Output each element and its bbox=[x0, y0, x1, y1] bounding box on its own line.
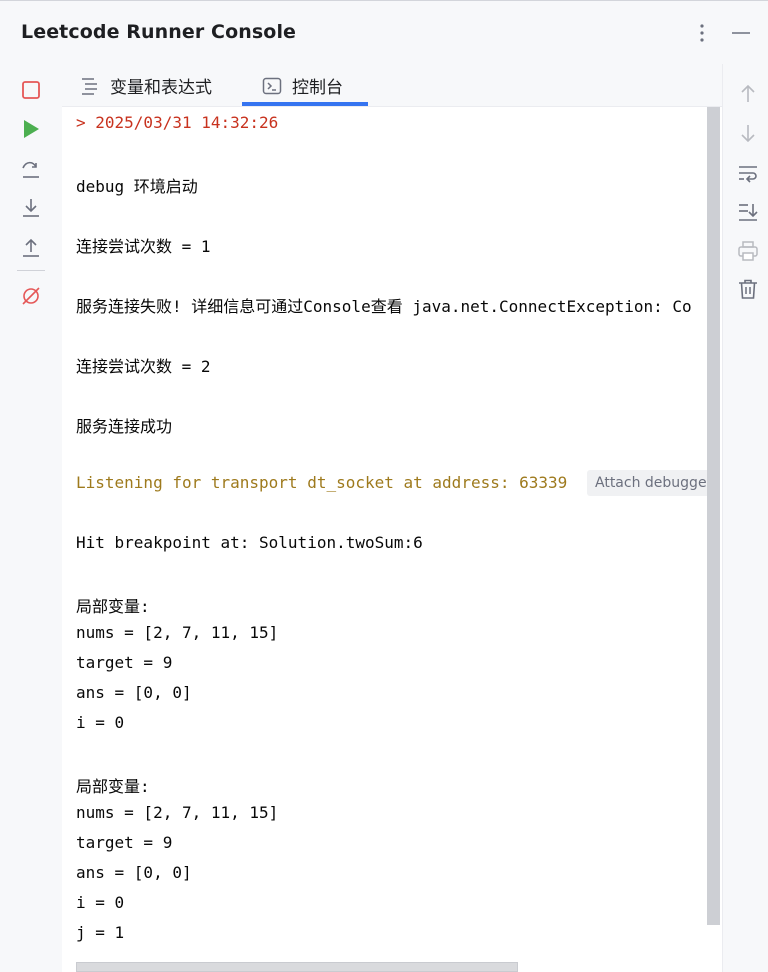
console-line: 连接尝试次数 = 1 bbox=[76, 237, 211, 256]
list-icon bbox=[80, 76, 100, 96]
tab-console-label: 控制台 bbox=[292, 78, 343, 98]
console-line: ans = [0, 0] bbox=[76, 683, 192, 702]
attach-debugger-link[interactable]: Attach debugger bbox=[587, 470, 719, 496]
console-timestamp: > 2025/03/31 14:32:26 bbox=[76, 113, 279, 132]
minimize-icon[interactable] bbox=[729, 21, 753, 45]
step-into-icon[interactable] bbox=[19, 196, 43, 220]
console-actions-toolbar bbox=[722, 64, 768, 972]
console-icon bbox=[262, 76, 282, 96]
console-line: 连接尝试次数 = 2 bbox=[76, 357, 211, 376]
scroll-to-end-icon[interactable] bbox=[736, 200, 760, 224]
up-arrow-icon[interactable] bbox=[736, 82, 760, 106]
soft-wrap-icon[interactable] bbox=[736, 161, 760, 185]
console-line: nums = [2, 7, 11, 15] bbox=[76, 623, 279, 642]
console-line: 服务连接失败! 详细信息可通过Console查看 java.net.Connec… bbox=[76, 297, 692, 316]
console-line: 局部变量: bbox=[76, 777, 150, 796]
tab-console[interactable]: 控制台 bbox=[262, 64, 343, 107]
toolbar-separator bbox=[17, 270, 45, 271]
console-line: i = 0 bbox=[76, 713, 125, 732]
console-line: debug 环境启动 bbox=[76, 177, 198, 196]
more-options-icon[interactable] bbox=[690, 21, 714, 45]
vertical-scrollbar[interactable] bbox=[707, 107, 720, 925]
resume-icon[interactable] bbox=[19, 117, 43, 141]
step-out-icon[interactable] bbox=[19, 235, 43, 259]
console-line: ans = [0, 0] bbox=[76, 863, 192, 882]
tab-variables[interactable]: 变量和表达式 bbox=[80, 64, 212, 107]
console-line: target = 9 bbox=[76, 653, 173, 672]
console-line: i = 0 bbox=[76, 893, 125, 912]
tab-bar: 变量和表达式 控制台 bbox=[62, 64, 722, 107]
tab-variables-label: 变量和表达式 bbox=[110, 78, 212, 98]
console-line: target = 9 bbox=[76, 833, 173, 852]
stop-icon[interactable] bbox=[19, 78, 43, 102]
console-line: nums = [2, 7, 11, 15] bbox=[76, 803, 279, 822]
down-arrow-icon[interactable] bbox=[736, 121, 760, 145]
console-line: j = 1 bbox=[76, 923, 125, 942]
tool-window-title: Leetcode Runner Console bbox=[21, 21, 297, 43]
console-listening-line: Listening for transport dt_socket at add… bbox=[76, 473, 568, 492]
horizontal-scrollbar[interactable] bbox=[76, 962, 518, 972]
print-icon[interactable] bbox=[736, 239, 760, 263]
step-over-icon[interactable] bbox=[19, 157, 43, 181]
mute-breakpoints-icon[interactable] bbox=[19, 284, 43, 308]
console-line: 局部变量: bbox=[76, 597, 150, 616]
console-line: 服务连接成功 bbox=[76, 417, 173, 436]
trash-icon[interactable] bbox=[736, 277, 760, 301]
console-output[interactable]: > 2025/03/31 14:32:26 debug 环境启动 连接尝试次数 … bbox=[62, 107, 722, 972]
tool-window-header: Leetcode Runner Console bbox=[0, 0, 768, 64]
debug-toolbar bbox=[0, 64, 62, 972]
active-tab-indicator bbox=[242, 102, 368, 106]
console-line: Hit breakpoint at: Solution.twoSum:6 bbox=[76, 533, 423, 552]
